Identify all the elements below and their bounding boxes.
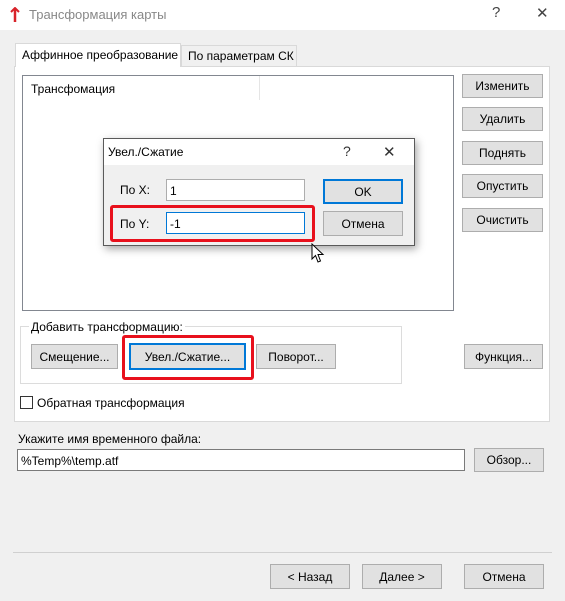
scale-dialog: Увел./Сжатие ? ✕ По X: 1 По Y: -1 OK Отм…	[103, 138, 415, 246]
mouse-cursor-icon	[311, 243, 325, 263]
function-button[interactable]: Функция...	[464, 344, 543, 369]
help-icon[interactable]: ?	[492, 4, 500, 21]
dialog-title: Увел./Сжатие	[108, 145, 184, 159]
dialog-help-icon[interactable]: ?	[343, 143, 351, 159]
scale-x-label: По X:	[120, 183, 150, 197]
inverse-checkbox[interactable]	[20, 396, 33, 409]
temp-file-label: Укажите имя временного файла:	[18, 432, 202, 446]
inverse-checkbox-label[interactable]: Обратная трансформация	[37, 396, 185, 410]
title-bar: Трансформация карты ? ✕	[0, 0, 565, 30]
scale-button-highlight	[122, 335, 254, 380]
tab-affine[interactable]: Аффинное преобразование	[15, 43, 181, 67]
column-divider	[259, 76, 260, 100]
dialog-title-bar: Увел./Сжатие ? ✕	[104, 139, 414, 165]
rotate-button[interactable]: Поворот...	[256, 344, 336, 369]
dialog-ok-button[interactable]: OK	[323, 179, 403, 204]
edit-button[interactable]: Изменить	[462, 74, 543, 98]
dialog-cancel-button[interactable]: Отмена	[323, 211, 403, 236]
footer-divider	[13, 552, 552, 553]
temp-file-input[interactable]: %Temp%\temp.atf	[17, 449, 465, 471]
scale-y-highlight	[110, 205, 315, 242]
scale-x-input[interactable]: 1	[166, 179, 305, 201]
delete-button[interactable]: Удалить	[462, 107, 543, 131]
back-button[interactable]: < Назад	[270, 564, 350, 589]
app-icon	[10, 7, 20, 22]
window-title: Трансформация карты	[29, 7, 167, 22]
tab-affine-label: Аффинное преобразование	[22, 48, 179, 62]
close-icon[interactable]: ✕	[536, 4, 549, 22]
dialog-close-icon[interactable]: ✕	[383, 143, 396, 161]
add-transform-label: Добавить трансформацию:	[29, 320, 185, 334]
shift-button[interactable]: Смещение...	[31, 344, 118, 369]
move-down-button[interactable]: Опустить	[462, 174, 543, 198]
browse-button[interactable]: Обзор...	[474, 448, 544, 472]
tab-cs-params-label: По параметрам СК	[188, 49, 294, 63]
cancel-button[interactable]: Отмена	[464, 564, 544, 589]
move-up-button[interactable]: Поднять	[462, 141, 543, 165]
list-column-header: Трансфомация	[31, 82, 116, 96]
tab-cs-params[interactable]: По параметрам СК	[181, 45, 297, 66]
next-button[interactable]: Далее >	[362, 564, 442, 589]
clear-button[interactable]: Очистить	[462, 208, 543, 232]
